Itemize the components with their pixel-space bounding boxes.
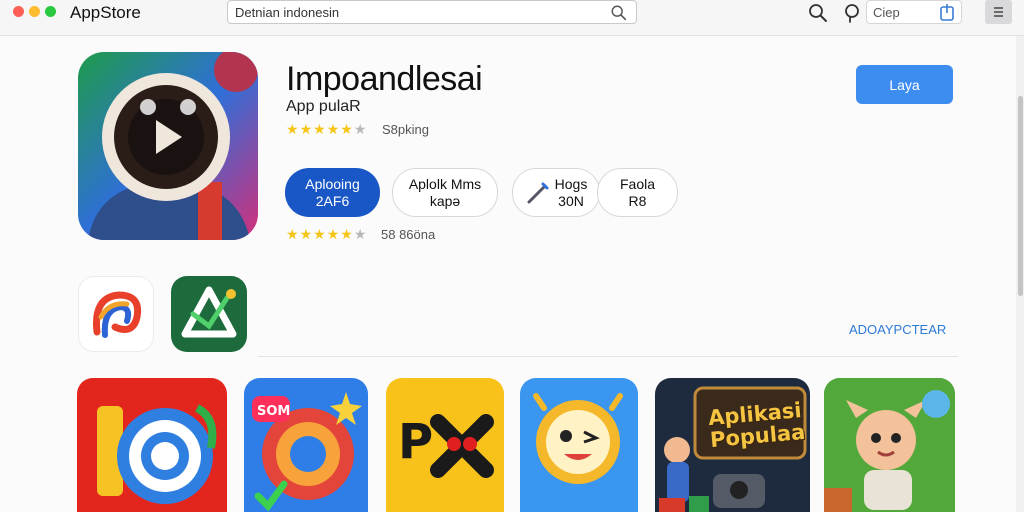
- see-all-link[interactable]: ADOAYPCTEAR: [849, 322, 946, 337]
- star-icon: ★: [326, 226, 340, 242]
- svg-text:P: P: [398, 414, 433, 470]
- star-rating: ★ ★ ★ ★ ★ ★: [286, 226, 366, 243]
- pill-value: kapə: [429, 192, 461, 209]
- scrollbar[interactable]: [1016, 36, 1024, 512]
- search-input-value: Detnian indonesin: [235, 5, 340, 20]
- camera-ring-icon: [97, 404, 217, 504]
- letter-blocks-icon: P: [398, 414, 494, 478]
- search-icon[interactable]: [807, 2, 829, 24]
- cartoon-characters-icon: [824, 378, 955, 512]
- pill-label: Aplooing: [305, 175, 360, 192]
- app-name: Impoandlesai: [286, 60, 483, 98]
- menu-icon: [994, 7, 1003, 17]
- app-tile[interactable]: P: [386, 378, 504, 512]
- user-icon[interactable]: [841, 2, 863, 24]
- app-icon-swirl[interactable]: [78, 276, 154, 352]
- star-icon: ★: [299, 226, 313, 242]
- app-tile[interactable]: [520, 378, 638, 512]
- maximize-window-button[interactable]: [45, 6, 56, 17]
- menu-button[interactable]: [985, 0, 1012, 24]
- scroll-thumb[interactable]: [1018, 96, 1023, 296]
- star-icon: ★: [299, 121, 313, 137]
- account-field-text: Ciep: [873, 5, 900, 20]
- info-pill[interactable]: Faola R8: [597, 168, 678, 217]
- pill-value: R8: [628, 192, 647, 209]
- pill-value: 30N: [558, 192, 584, 209]
- star-icon: ★: [353, 121, 367, 137]
- info-pill-primary[interactable]: Aplooing 2AF6: [285, 168, 380, 217]
- pill-label: Faola: [619, 175, 656, 192]
- minimize-window-button[interactable]: [29, 6, 40, 17]
- app-store-window: AppStore Detnian indonesin Ciep Impoandl…: [0, 0, 1024, 512]
- app-tile[interactable]: [824, 378, 955, 512]
- pen-icon: [527, 182, 549, 203]
- star-icon: ★: [286, 226, 299, 242]
- app-title: AppStore: [70, 3, 141, 22]
- swirl-logo-icon: [92, 291, 142, 338]
- pill-value: 2AF6: [315, 192, 350, 209]
- star-icon: ★: [286, 121, 299, 137]
- share-icon[interactable]: [937, 2, 957, 22]
- info-pill[interactable]: Aplolk Mms kapə: [392, 168, 498, 217]
- close-window-button[interactable]: [13, 6, 24, 17]
- star-icon: ★: [340, 226, 353, 242]
- star-icon: ★: [313, 226, 326, 242]
- star-rating: ★ ★ ★ ★ ★ ★: [286, 121, 366, 138]
- pill-label: Aplolk Mms: [408, 175, 482, 192]
- get-button[interactable]: Laya: [856, 65, 953, 104]
- star-icon: ★: [340, 121, 353, 137]
- poster-title: Aplikasi Populaa: [707, 398, 806, 452]
- app-icon-triangle[interactable]: [171, 276, 247, 352]
- app-tile[interactable]: SOM: [244, 378, 368, 512]
- svg-text:SOM: SOM: [257, 404, 290, 419]
- rating-count: 58 86öna: [381, 227, 436, 242]
- camera-character-icon: [78, 52, 258, 240]
- account-field[interactable]: Ciep: [866, 0, 962, 24]
- app-tile-featured-poster[interactable]: Aplikasi Populaa: [655, 378, 810, 512]
- divider: [258, 356, 958, 357]
- spiral-icon: SOM: [252, 392, 362, 512]
- star-icon: ★: [326, 121, 340, 137]
- search-input[interactable]: Detnian indonesin: [227, 0, 637, 24]
- app-subtitle: App pulaR: [286, 98, 361, 115]
- app-tile[interactable]: [77, 378, 227, 512]
- star-icon: ★: [313, 121, 326, 137]
- search-icon[interactable]: [610, 4, 628, 22]
- triangle-logo-icon: [181, 286, 237, 338]
- featured-app-icon[interactable]: [78, 52, 258, 240]
- pill-label: Hogs: [554, 175, 588, 192]
- rating-count: S8pking: [382, 122, 429, 137]
- info-pill[interactable]: Hogs 30N: [512, 168, 600, 217]
- clock-character-icon: [533, 393, 623, 484]
- title-bar: AppStore Detnian indonesin Ciep: [0, 0, 1024, 36]
- star-icon: ★: [353, 226, 367, 242]
